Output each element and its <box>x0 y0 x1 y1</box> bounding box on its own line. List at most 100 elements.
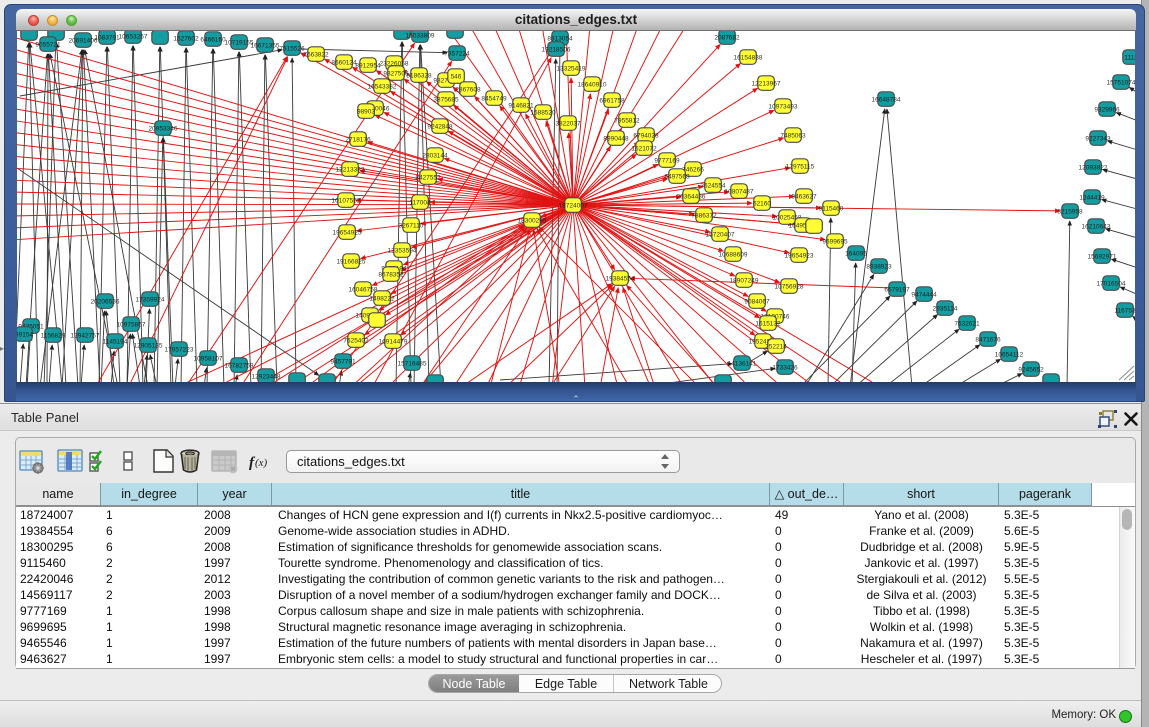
svg-text:2803144: 2803144 <box>422 153 448 160</box>
svg-text:12213382: 12213382 <box>336 167 365 174</box>
svg-text:8912954: 8912954 <box>355 63 381 70</box>
svg-text:10653267: 10653267 <box>119 34 148 41</box>
svg-text:18640910: 18640910 <box>578 82 607 89</box>
svg-text:1156829: 1156829 <box>41 333 66 340</box>
svg-text:6794028: 6794028 <box>633 133 659 140</box>
svg-text:19218506: 19218506 <box>542 47 571 54</box>
svg-text:116753: 116753 <box>1114 308 1135 315</box>
svg-text:16033809: 16033809 <box>406 33 435 40</box>
svg-text:20364436: 20364436 <box>677 194 706 201</box>
svg-text:9055721: 9055721 <box>35 42 61 49</box>
svg-text:2867608: 2867608 <box>455 87 481 94</box>
svg-text:1112: 1112 <box>1124 55 1135 62</box>
svg-text:18300295: 18300295 <box>518 218 547 225</box>
svg-text:7663822: 7663822 <box>303 52 329 59</box>
svg-text:15720407: 15720407 <box>706 232 735 239</box>
svg-text:16782759: 16782759 <box>225 363 254 370</box>
svg-text:62160: 62160 <box>753 201 771 208</box>
svg-text:164095: 164095 <box>845 251 867 258</box>
svg-text:9777169: 9777169 <box>654 158 680 165</box>
svg-text:9146821: 9146821 <box>508 103 534 110</box>
svg-text:15716485: 15716485 <box>398 361 427 368</box>
svg-text:12905135: 12905135 <box>134 343 163 350</box>
svg-text:19384554: 19384554 <box>606 276 635 283</box>
svg-text:7515526: 7515526 <box>279 46 305 53</box>
svg-text:10107552: 10107552 <box>332 198 361 205</box>
svg-text:18724007: 18724007 <box>559 203 588 210</box>
svg-text:16154838: 16154838 <box>734 55 763 62</box>
svg-text:15751074: 15751074 <box>1107 80 1135 87</box>
svg-text:10807487: 10807487 <box>725 189 754 196</box>
svg-text:7955812: 7955812 <box>614 118 640 125</box>
svg-text:8660124: 8660124 <box>331 60 357 67</box>
svg-text:7632621: 7632621 <box>954 321 980 328</box>
svg-text:10975867: 10975867 <box>117 322 146 329</box>
svg-text:9463627: 9463627 <box>791 194 817 201</box>
svg-text:17957223: 17957223 <box>165 347 194 354</box>
svg-text:9227343: 9227343 <box>1085 136 1111 143</box>
svg-text:1145194: 1145194 <box>103 339 128 346</box>
svg-text:16210643: 16210643 <box>1082 224 1111 231</box>
svg-text:8454749: 8454749 <box>481 96 507 103</box>
svg-text:7886372: 7886372 <box>691 213 717 220</box>
svg-text:3875685: 3875685 <box>433 97 459 104</box>
svg-text:9699695: 9699695 <box>822 239 848 246</box>
svg-text:6679197: 6679197 <box>884 287 910 294</box>
svg-text:9457791: 9457791 <box>330 359 356 366</box>
svg-text:252214: 252214 <box>765 344 787 351</box>
svg-text:98903: 98903 <box>357 109 375 116</box>
svg-text:8186328: 8186328 <box>406 73 432 80</box>
svg-text:15692971: 15692971 <box>1088 254 1117 261</box>
svg-text:16671355: 16671355 <box>251 43 280 50</box>
svg-text:7485063: 7485063 <box>780 133 806 140</box>
svg-text:12923448: 12923448 <box>252 374 281 381</box>
svg-text:16648784: 16648784 <box>872 97 901 104</box>
svg-text:10756928: 10756928 <box>775 284 804 291</box>
svg-text:1498222: 1498222 <box>369 296 395 303</box>
svg-text:8678352: 8678352 <box>378 272 404 279</box>
svg-text:1588520: 1588520 <box>530 110 556 117</box>
svg-text:19166825: 19166825 <box>337 259 366 266</box>
svg-text:12093822: 12093822 <box>1079 165 1108 172</box>
svg-text:1621072: 1621072 <box>631 146 657 153</box>
svg-text:16543382: 16543382 <box>368 84 397 91</box>
svg-text:1733426: 1733426 <box>772 365 798 372</box>
svg-text:12353594: 12353594 <box>388 248 417 255</box>
svg-text:10973493: 10973493 <box>769 104 798 111</box>
svg-text:14136141: 14136141 <box>728 361 757 368</box>
svg-text:20206536: 20206536 <box>91 299 120 306</box>
svg-text:1083791: 1083791 <box>94 35 120 42</box>
svg-text:1615132: 1615132 <box>755 321 781 328</box>
svg-text:117004: 117004 <box>409 200 431 207</box>
svg-text:3624554: 3624554 <box>700 183 726 190</box>
svg-text:18907249: 18907249 <box>730 278 759 285</box>
svg-text:12213967: 12213967 <box>752 81 781 88</box>
svg-text:9242848: 9242848 <box>427 124 453 131</box>
svg-text:2087682: 2087682 <box>714 35 740 42</box>
svg-text:3822037: 3822037 <box>555 121 581 128</box>
svg-text:10719155: 10719155 <box>225 40 254 47</box>
svg-text:8471676: 8471676 <box>975 337 1001 344</box>
svg-text:17016504: 17016504 <box>1097 281 1126 288</box>
svg-text:10958107: 10958107 <box>194 356 223 363</box>
svg-text:(x): (x) <box>255 457 268 469</box>
svg-text:2935114: 2935114 <box>933 306 958 313</box>
svg-text:8990448: 8990448 <box>603 136 629 143</box>
svg-text:19654923: 19654923 <box>785 253 814 260</box>
svg-text:16914479: 16914479 <box>379 339 408 346</box>
svg-text:17359924: 17359924 <box>136 297 165 304</box>
svg-text:12942757: 12942757 <box>71 333 100 340</box>
svg-text:1527602: 1527602 <box>173 36 199 43</box>
svg-text:8427552: 8427552 <box>415 175 441 182</box>
svg-text:8938923: 8938923 <box>866 264 892 271</box>
svg-text:9115460: 9115460 <box>819 206 844 213</box>
svg-text:6497568: 6497568 <box>664 174 690 181</box>
svg-text:9084067: 9084067 <box>744 299 770 306</box>
svg-text:9245652: 9245652 <box>1018 367 1044 374</box>
svg-text:9329966: 9329966 <box>1094 107 1120 114</box>
svg-text:10688609: 10688609 <box>719 252 748 259</box>
svg-text:6961758: 6961758 <box>599 98 625 105</box>
svg-text:546: 546 <box>451 74 462 81</box>
svg-text:39154: 39154 <box>17 332 33 339</box>
svg-text:16046758: 16046758 <box>349 287 378 294</box>
